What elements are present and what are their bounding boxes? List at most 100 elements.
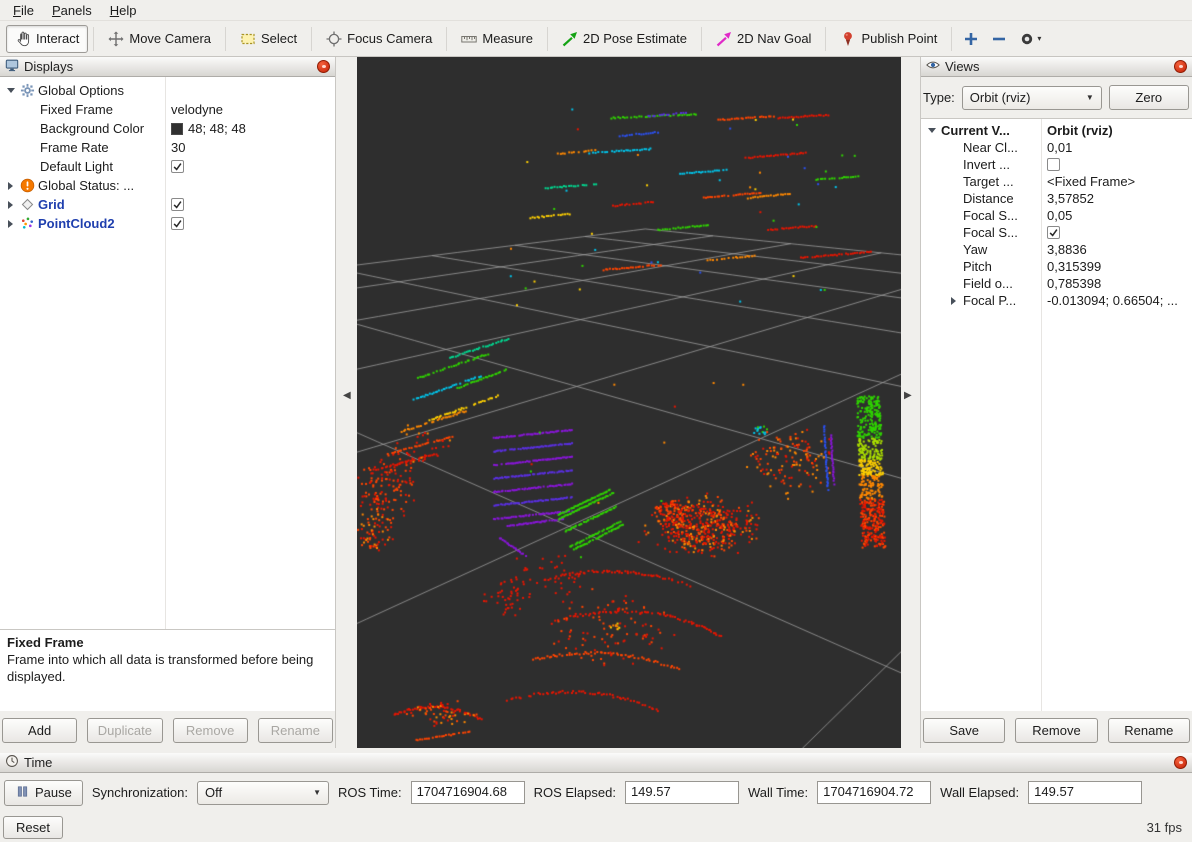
displays-close-button[interactable] [317, 60, 330, 73]
property-name: Pitch [963, 259, 992, 274]
property-row[interactable]: Default Light [0, 157, 335, 176]
time-close-button[interactable] [1174, 756, 1187, 769]
expand-arrow-icon[interactable] [8, 182, 13, 190]
property-row[interactable]: Pitch 0,315399 [921, 258, 1192, 275]
pointcloud-canvas[interactable] [357, 57, 901, 748]
checkbox-checked[interactable] [171, 217, 184, 230]
pause-button[interactable]: Pause [4, 780, 83, 806]
collapse-arrow-icon[interactable] [928, 128, 936, 133]
property-row[interactable]: Background Color48; 48; 48 [0, 119, 335, 138]
toolbar-separator [225, 27, 226, 51]
expand-arrow-icon[interactable] [8, 220, 13, 228]
property-value-cell[interactable] [165, 198, 335, 211]
zero-button[interactable]: Zero [1109, 85, 1189, 110]
eye-icon [1019, 31, 1035, 47]
property-row[interactable]: Distance 3,57852 [921, 190, 1192, 207]
expand-arrow-icon[interactable] [951, 297, 956, 305]
color-swatch [171, 123, 183, 135]
checkbox-unchecked[interactable] [1047, 158, 1060, 171]
property-value-cell[interactable] [165, 160, 335, 173]
property-value-cell[interactable]: 0,315399 [1041, 259, 1192, 274]
toolbar-separator [311, 27, 312, 51]
menu-help[interactable]: Help [101, 1, 146, 20]
property-value-cell[interactable]: <Fixed Frame> [1041, 174, 1192, 189]
tool-interact[interactable]: Interact [6, 25, 88, 53]
tool-measure[interactable]: Measure [452, 25, 542, 53]
property-row[interactable]: Invert ... [921, 156, 1192, 173]
property-value-cell[interactable]: -0.013094; 0.66504; ... [1041, 293, 1192, 308]
nav-goal-icon [716, 31, 732, 47]
view-type-dropdown[interactable]: Orbit (rviz) ▼ [962, 86, 1102, 110]
property-value-cell[interactable]: 0,01 [1041, 140, 1192, 155]
property-row[interactable]: Target ...<Fixed Frame> [921, 173, 1192, 190]
property-value-cell[interactable]: 0,05 [1041, 208, 1192, 223]
remove-button[interactable]: Remove [1015, 718, 1097, 743]
tool-properties-button[interactable]: ▾ [1013, 26, 1047, 52]
pointcloud-icon [20, 216, 35, 231]
property-name-cell: Invert ... [921, 157, 1041, 172]
tool-select[interactable]: Select [231, 25, 306, 53]
sync-dropdown[interactable]: Off ▼ [197, 781, 329, 805]
help-text: Frame into which all data is transformed… [7, 652, 328, 686]
expand-arrow-icon[interactable] [8, 201, 13, 209]
checkbox-checked[interactable] [1047, 226, 1060, 239]
displays-button-row: AddDuplicateRemoveRename [0, 711, 335, 748]
property-value-cell[interactable]: 3,8836 [1041, 242, 1192, 257]
tool-publish-point[interactable]: Publish Point [831, 25, 946, 53]
property-value-cell[interactable] [1041, 226, 1192, 239]
tool-focus-camera[interactable]: Focus Camera [317, 25, 441, 53]
checkbox-checked[interactable] [171, 198, 184, 211]
ros-time-label: ROS Time: [338, 785, 402, 800]
wall-elapsed-field[interactable]: 149.57 [1028, 781, 1142, 804]
property-row[interactable]: Focal S... [921, 224, 1192, 241]
add-tool-button[interactable] [957, 26, 985, 52]
property-value-cell[interactable]: 0,785398 [1041, 276, 1192, 291]
pause-label: Pause [35, 785, 72, 800]
property-row[interactable]: Yaw3,8836 [921, 241, 1192, 258]
right-splitter-arrow[interactable]: ▶ [904, 391, 912, 401]
menu-file[interactable]: File [4, 1, 43, 20]
ros-time-field[interactable]: 1704716904.68 [411, 781, 525, 804]
property-row[interactable]: Current V...Orbit (rviz) [921, 122, 1192, 139]
tool-nav-goal[interactable]: 2D Nav Goal [707, 25, 820, 53]
property-row[interactable]: Global Status: ... [0, 176, 335, 195]
property-row[interactable]: Grid [0, 195, 335, 214]
remove-tool-button[interactable] [985, 26, 1013, 52]
left-splitter-arrow[interactable]: ◀ [343, 391, 351, 401]
property-value-cell[interactable]: 3,57852 [1041, 191, 1192, 206]
property-value-cell[interactable] [165, 217, 335, 230]
property-name: Invert ... [963, 157, 1010, 172]
property-row[interactable]: Focal S...0,05 [921, 207, 1192, 224]
3d-viewport[interactable] [357, 57, 901, 748]
tool-pose-estimate[interactable]: 2D Pose Estimate [553, 25, 696, 53]
property-value-cell[interactable]: velodyne [165, 102, 335, 117]
property-name-cell: Pitch [921, 259, 1041, 274]
tool-move-camera[interactable]: Move Camera [99, 25, 220, 53]
property-row[interactable]: Frame Rate30 [0, 138, 335, 157]
wall-time-field[interactable]: 1704716904.72 [817, 781, 931, 804]
views-close-button[interactable] [1174, 60, 1187, 73]
property-row[interactable]: Global Options [0, 81, 335, 100]
property-row[interactable]: Near Cl...0,01 [921, 139, 1192, 156]
property-value-cell[interactable]: 30 [165, 140, 335, 155]
ros-elapsed-field[interactable]: 149.57 [625, 781, 739, 804]
property-row[interactable]: Field o...0,785398 [921, 275, 1192, 292]
checkbox-checked[interactable] [171, 160, 184, 173]
property-name-cell: Field o... [921, 276, 1041, 291]
toolbar-separator [951, 27, 952, 51]
collapse-arrow-icon[interactable] [7, 88, 15, 93]
add-button[interactable]: Add [2, 718, 77, 743]
property-value-cell[interactable]: 48; 48; 48 [165, 121, 335, 136]
focus-camera-icon [326, 31, 342, 47]
property-row[interactable]: PointCloud2 [0, 214, 335, 233]
save-button[interactable]: Save [923, 718, 1005, 743]
property-row[interactable]: Fixed Framevelodyne [0, 100, 335, 119]
menu-panels[interactable]: Panels [43, 1, 101, 20]
property-row[interactable]: Focal P...-0.013094; 0.66504; ... [921, 292, 1192, 309]
reset-button[interactable]: Reset [3, 816, 63, 839]
property-value-cell[interactable] [1041, 158, 1192, 171]
property-name: Distance [963, 191, 1014, 206]
property-value-cell[interactable]: Orbit (rviz) [1041, 123, 1192, 138]
tool-label: 2D Pose Estimate [583, 31, 687, 46]
rename-button[interactable]: Rename [1108, 718, 1190, 743]
